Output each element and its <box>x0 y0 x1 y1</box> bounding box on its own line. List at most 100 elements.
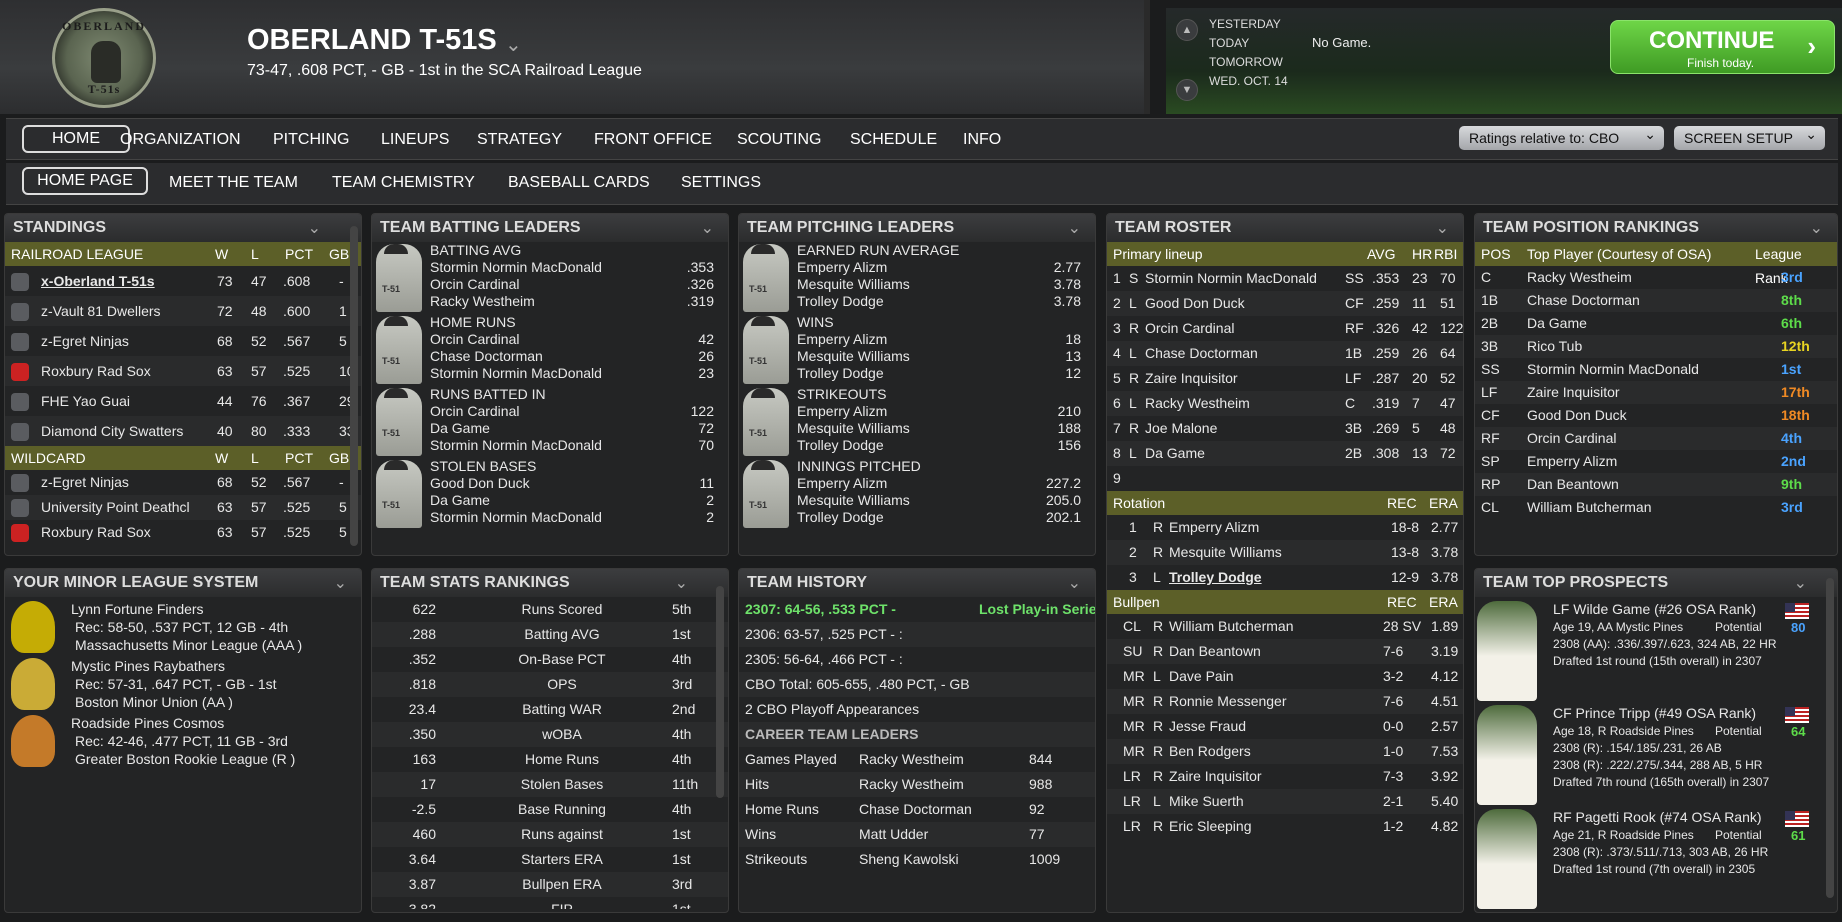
positions-row[interactable]: SP Emperry Alizm 2nd <box>1475 450 1837 473</box>
bullpen-row[interactable]: MR R Ben Rodgers 1-0 7.53 <box>1107 739 1463 764</box>
bullpen-row[interactable]: SU R Dan Beantown 7-6 3.19 <box>1107 639 1463 664</box>
lineup-cell[interactable]: Joe Malone <box>1145 416 1217 441</box>
date-down-icon[interactable]: ▼ <box>1176 79 1198 101</box>
standings-team-name[interactable]: FHE Yao Guai <box>41 386 130 416</box>
lineup-row[interactable]: 6 L Racky Westheim C .319 7 47 <box>1107 391 1463 416</box>
collapse-icon[interactable]: ⌄ <box>1810 218 1823 238</box>
standings-row[interactable]: z-Egret Ninjas 68 52 .567 5 <box>5 326 361 356</box>
rotation-player[interactable]: Trolley Dodge <box>1169 565 1262 590</box>
lineup-cell[interactable]: Stormin Normin MacDonald <box>1145 266 1317 291</box>
lineup-row[interactable]: 4 L Chase Doctorman 1B .259 26 64 <box>1107 341 1463 366</box>
stats-scrollbar[interactable] <box>716 586 724 798</box>
tab-front-office[interactable]: FRONT OFFICE <box>594 131 712 149</box>
leader-name[interactable]: Good Don Duck <box>430 475 530 491</box>
standings-team-name[interactable]: Roxbury Rad Sox <box>41 356 151 386</box>
tab-scouting[interactable]: SCOUTING <box>737 131 821 149</box>
standings-row[interactable]: z-Vault 81 Dwellers 72 48 .600 1 <box>5 296 361 326</box>
tab-organization[interactable]: ORGANIZATION <box>120 131 241 149</box>
rotation-row[interactable]: 2 R Mesquite Williams 13-8 3.78 <box>1107 540 1463 565</box>
collapse-icon[interactable]: ⌄ <box>675 573 688 593</box>
bullpen-row[interactable]: MR L Dave Pain 3-2 4.12 <box>1107 664 1463 689</box>
rotation-row[interactable]: 1 R Emperry Alizm 18-8 2.77 <box>1107 515 1463 540</box>
rotation-player[interactable]: Emperry Alizm <box>1169 515 1259 540</box>
position-player[interactable]: Chase Doctorman <box>1527 289 1640 312</box>
standings-team-name[interactable]: z-Egret Ninjas <box>41 326 129 356</box>
tab-info[interactable]: INFO <box>963 131 1001 149</box>
positions-row[interactable]: C Racky Westheim 3rd <box>1475 266 1837 289</box>
position-player[interactable]: Good Don Duck <box>1527 404 1627 427</box>
standings-row[interactable]: University Point Deathcl 63 57 .525 5 <box>5 495 361 520</box>
leader-name[interactable]: Da Game <box>430 492 490 508</box>
standings-team-name[interactable]: Diamond City Swatters <box>41 416 183 446</box>
leader-name[interactable]: Racky Westheim <box>430 293 535 309</box>
position-player[interactable]: Da Game <box>1527 312 1587 335</box>
tab-pitching[interactable]: PITCHING <box>273 131 349 149</box>
career-player[interactable]: Racky Westheim <box>859 747 964 772</box>
bullpen-row[interactable]: LR R Eric Sleeping 1-2 4.82 <box>1107 814 1463 839</box>
collapse-icon[interactable]: ⌄ <box>701 218 714 238</box>
positions-row[interactable]: RF Orcin Cardinal 4th <box>1475 427 1837 450</box>
positions-row[interactable]: LF Zaire Inquisitor 17th <box>1475 381 1837 404</box>
lineup-cell[interactable]: Good Don Duck <box>1145 291 1245 316</box>
collapse-icon[interactable]: ⌄ <box>1794 573 1807 593</box>
tab-home-page[interactable]: HOME PAGE <box>22 167 148 195</box>
standings-team-name[interactable]: Roxbury Rad Sox <box>41 520 151 545</box>
standings-row[interactable]: FHE Yao Guai 44 76.367 29 <box>5 386 361 416</box>
prospect-name[interactable]: RF Pagetti Rook (#74 OSA Rank) <box>1553 809 1762 825</box>
today-label[interactable]: TODAY <box>1209 36 1249 50</box>
tab-home[interactable]: HOME <box>22 125 130 153</box>
rotation-player[interactable]: Mesquite Williams <box>1169 540 1282 565</box>
leader-name[interactable]: Mesquite Williams <box>797 348 910 364</box>
leader-name[interactable]: Chase Doctorman <box>430 348 543 364</box>
standings-row[interactable]: x-Oberland T-51s 73 47 .608 - <box>5 266 361 296</box>
leader-name[interactable]: Emperry Alizm <box>797 331 887 347</box>
bullpen-row[interactable]: LR R Zaire Inquisitor 7-3 3.92 <box>1107 764 1463 789</box>
leader-name[interactable]: Orcin Cardinal <box>430 276 519 292</box>
positions-row[interactable]: SS Stormin Normin MacDonald 1st <box>1475 358 1837 381</box>
position-player[interactable]: Stormin Normin MacDonald <box>1527 358 1699 381</box>
continue-button[interactable]: CONTINUE Finish today. › <box>1610 20 1835 74</box>
minor-team-name[interactable]: Lynn Fortune Finders <box>71 601 204 617</box>
leader-name[interactable]: Stormin Normin MacDonald <box>430 365 602 381</box>
career-player[interactable]: Sheng Kawolski <box>859 847 959 872</box>
lineup-row[interactable]: 8 L Da Game 2B .308 13 72 <box>1107 441 1463 466</box>
leader-name[interactable]: Emperry Alizm <box>797 475 887 491</box>
standings-row[interactable]: Roxbury Rad Sox 63 57.525 10 <box>5 356 361 386</box>
lineup-row[interactable]: 5 R Zaire Inquisitor LF .287 20 52 <box>1107 366 1463 391</box>
career-player[interactable]: Chase Doctorman <box>859 797 972 822</box>
leader-name[interactable]: Trolley Dodge <box>797 293 884 309</box>
bullpen-row[interactable]: MR R Ronnie Messenger 7-6 4.51 <box>1107 689 1463 714</box>
bullpen-player[interactable]: Ronnie Messenger <box>1169 689 1287 714</box>
lineup-cell[interactable]: Zaire Inquisitor <box>1145 366 1238 391</box>
prospect-name[interactable]: LF Wilde Game (#26 OSA Rank) <box>1553 601 1756 617</box>
lineup-cell[interactable]: Chase Doctorman <box>1145 341 1258 366</box>
date-up-icon[interactable]: ▲ <box>1176 19 1198 41</box>
leader-name[interactable]: Da Game <box>430 420 490 436</box>
leader-name[interactable]: Mesquite Williams <box>797 276 910 292</box>
bullpen-player[interactable]: Dave Pain <box>1169 664 1234 689</box>
tab-settings[interactable]: SETTINGS <box>681 174 761 192</box>
bullpen-row[interactable]: MR R Jesse Fraud 0-0 2.57 <box>1107 714 1463 739</box>
bullpen-row[interactable]: LR L Mike Suerth 2-1 5.40 <box>1107 789 1463 814</box>
standings-team-name[interactable]: x-Oberland T-51s <box>41 266 155 296</box>
tab-team-chemistry[interactable]: TEAM CHEMISTRY <box>332 174 475 192</box>
standings-team-name[interactable]: University Point Deathcl <box>41 495 190 520</box>
leader-name[interactable]: Mesquite Williams <box>797 420 910 436</box>
leader-name[interactable]: Trolley Dodge <box>797 437 884 453</box>
bullpen-player[interactable]: William Butcherman <box>1169 614 1293 639</box>
standings-scrollbar[interactable] <box>350 226 358 546</box>
team-name[interactable]: OBERLAND T-51S <box>247 24 497 57</box>
collapse-icon[interactable]: ⌄ <box>1068 218 1081 238</box>
bullpen-row[interactable]: CL R William Butcherman 28 SV 1.89 <box>1107 614 1463 639</box>
collapse-icon[interactable]: ⌄ <box>1068 573 1081 593</box>
leader-name[interactable]: Trolley Dodge <box>797 509 884 525</box>
screen-setup-dropdown[interactable]: SCREEN SETUP <box>1674 122 1825 150</box>
leader-name[interactable]: Stormin Normin MacDonald <box>430 509 602 525</box>
positions-row[interactable]: CF Good Don Duck 18th <box>1475 404 1837 427</box>
leader-name[interactable]: Stormin Normin MacDonald <box>430 437 602 453</box>
lineup-row[interactable]: 7 R Joe Malone 3B .269 5 48 <box>1107 416 1463 441</box>
standings-team-name[interactable]: z-Egret Ninjas <box>41 470 129 495</box>
collapse-icon[interactable]: ⌄ <box>334 573 347 593</box>
minor-team-name[interactable]: Mystic Pines Raybathers <box>71 658 225 674</box>
tab-lineups[interactable]: LINEUPS <box>381 131 449 149</box>
